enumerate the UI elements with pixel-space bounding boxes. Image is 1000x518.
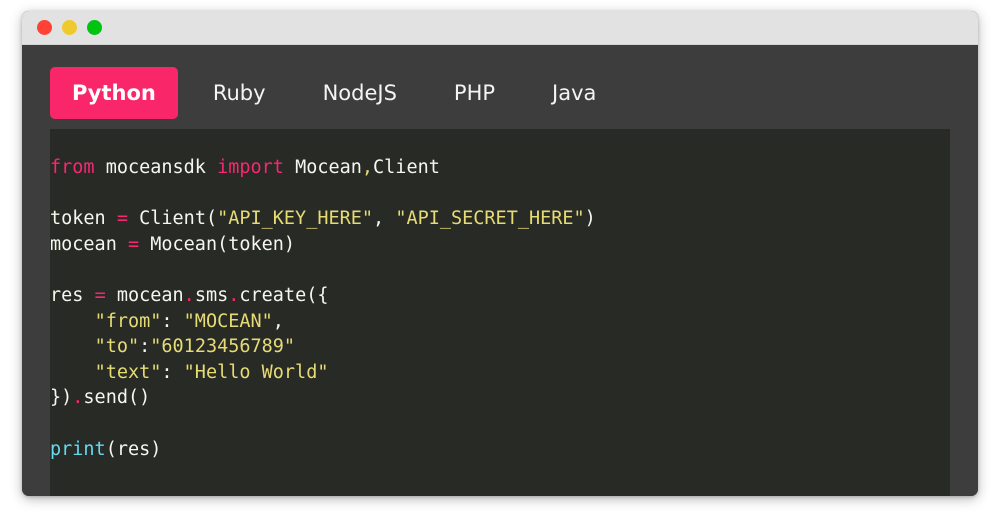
code-token: Mocean(token): [150, 233, 296, 255]
code-token: .: [228, 284, 240, 306]
code-token: }): [50, 387, 73, 409]
code-token: =: [94, 284, 106, 306]
tab-label: Java: [552, 81, 597, 105]
code-token: "MOCEAN": [183, 310, 273, 332]
code-token: ,: [373, 208, 396, 230]
code-token: moceansdk: [105, 157, 206, 178]
window-controls: [37, 20, 102, 35]
tab-label: NodeJS: [322, 81, 397, 105]
code-token: "60123456789": [150, 336, 296, 358]
code-token: .: [72, 387, 84, 409]
tab-label: Ruby: [212, 81, 266, 105]
code-token: :: [161, 310, 184, 332]
code-token: ): [584, 208, 596, 230]
code-token: :: [139, 336, 151, 358]
code-token: from: [50, 157, 95, 178]
maximize-button[interactable]: [87, 20, 102, 35]
code-line: "to":"60123456789": [50, 336, 296, 358]
code-token: ,: [272, 310, 284, 332]
code-token: .: [183, 284, 195, 306]
close-button[interactable]: [37, 20, 52, 35]
code-token: "API_SECRET_HERE": [395, 208, 585, 230]
code-token: (res): [105, 438, 162, 460]
code-token: :: [161, 361, 184, 383]
language-tabs: Python Ruby NodeJS PHP Java: [50, 67, 950, 119]
code-token: Client(: [139, 208, 218, 230]
code-token: =: [127, 233, 140, 255]
code-line: token = Client("API_KEY_HERE", "API_SECR…: [50, 208, 596, 229]
tab-nodejs[interactable]: NodeJS: [301, 67, 419, 119]
tab-ruby[interactable]: Ruby: [191, 67, 288, 119]
code-sample-window: Python Ruby NodeJS PHP Java from moceansdk i…: [22, 11, 978, 496]
window-body: Python Ruby NodeJS PHP Java from moceansdk i…: [22, 45, 978, 496]
code-token: import: [217, 157, 284, 178]
minimize-button[interactable]: [62, 20, 77, 35]
window-titlebar: [22, 11, 978, 45]
code-token: "to": [94, 336, 140, 358]
code-line: from moceansdk import Mocean,Client: [50, 157, 440, 178]
code-block[interactable]: from moceansdk import Mocean,Client toke…: [50, 129, 950, 496]
tab-python[interactable]: Python: [50, 67, 178, 119]
code-token: res: [50, 284, 84, 306]
code-line: print(res): [50, 439, 161, 460]
code-token: mocean: [50, 233, 117, 255]
code-line: "from": "MOCEAN",: [50, 311, 284, 332]
code-line: mocean = Mocean(token): [50, 234, 295, 255]
screen-root: Python Ruby NodeJS PHP Java from moceansdk i…: [0, 0, 1000, 518]
code-token: ,: [361, 157, 374, 178]
code-token: mocean: [116, 284, 184, 306]
code-token: "Hello World": [183, 361, 329, 383]
code-token: Mocean: [295, 157, 362, 178]
code-token: "from": [94, 310, 162, 332]
tab-label: Python: [72, 81, 156, 105]
code-line: }).send(): [50, 387, 150, 408]
code-token: Client: [373, 157, 440, 178]
code-token: create({: [239, 284, 329, 306]
code-line: res = mocean.sms.create({: [50, 285, 328, 306]
code-line: "text": "Hello World": [50, 361, 329, 383]
code-token: "text": [94, 361, 162, 383]
tab-java[interactable]: Java: [530, 67, 618, 119]
code-token: print: [50, 438, 106, 460]
code-content: from moceansdk import Mocean,Client toke…: [50, 155, 950, 462]
code-token: sms: [194, 284, 229, 306]
tab-label: PHP: [453, 81, 496, 105]
code-token: send(): [83, 387, 151, 409]
tab-php[interactable]: PHP: [432, 67, 517, 119]
code-token: token: [50, 208, 106, 230]
code-token: =: [116, 208, 128, 230]
code-token: "API_KEY_HERE": [217, 208, 374, 230]
